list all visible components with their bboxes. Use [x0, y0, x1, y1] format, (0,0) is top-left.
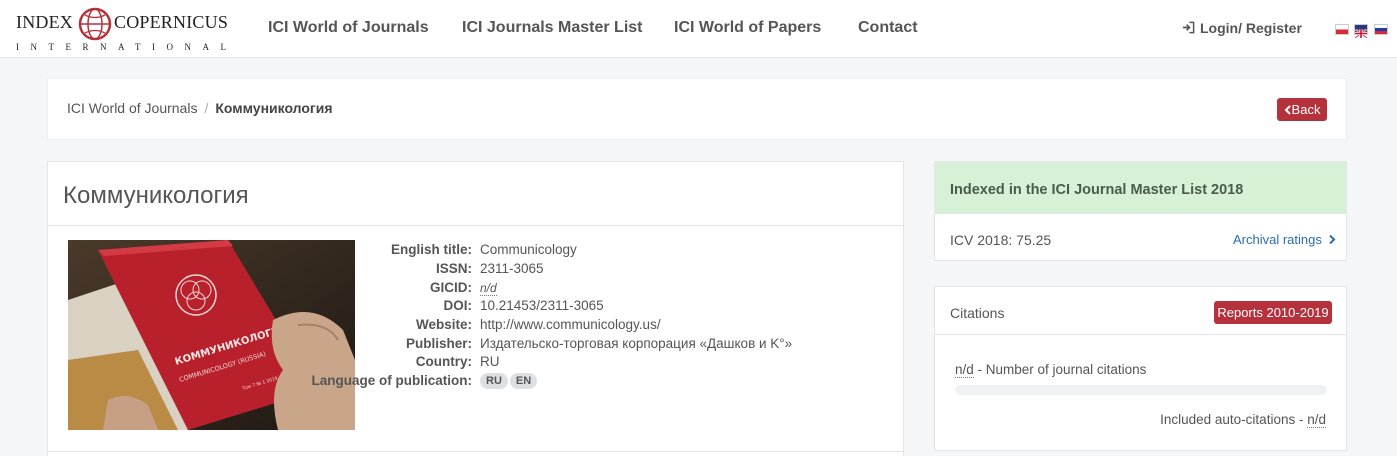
field-label: Publisher: [405, 336, 472, 351]
field-value: Издательско-торговая корпорация «Дашков … [480, 336, 793, 351]
breadcrumb-bar: ICI World of Journals / Коммуникология Bac… [47, 78, 1347, 140]
auto-citations-label: Included auto-citations - [1160, 412, 1308, 427]
chevron-right-icon [1328, 234, 1335, 245]
indexed-card: Indexed in the ICI Journal Master List 2… [934, 161, 1347, 261]
archival-ratings-link[interactable]: Archival ratings [1233, 232, 1336, 247]
field-label: Language of publication: [311, 373, 473, 388]
globe-logo-icon [78, 7, 112, 41]
back-button-label: Back [1291, 102, 1321, 117]
field-issn: ISSN: 2311-3065 [48, 261, 908, 279]
chevron-left-icon [1284, 105, 1291, 115]
breadcrumb-separator: / [204, 100, 209, 116]
field-label: ISSN: [435, 261, 472, 276]
logo-subtitle: INTERNATIONAL [16, 42, 238, 52]
divider [48, 451, 903, 452]
field-value: RU [480, 354, 500, 369]
breadcrumb: ICI World of Journals / Коммуникология [67, 100, 333, 116]
website-link[interactable]: http://www.communicology.us/ [480, 317, 661, 332]
field-value: 10.21453/2311-3065 [480, 298, 604, 313]
field-gicid: GICID: n/d [48, 280, 908, 298]
indexed-header: Indexed in the ICI Journal Master List 2… [935, 162, 1346, 214]
journal-details-card: Коммуникология КОММУНИКОЛОГИЯ COMMUNICOL… [47, 161, 904, 456]
field-website: Website: http://www.communicology.us/ [48, 317, 908, 335]
nav-world-of-journals[interactable]: ICI World of Journals [268, 19, 429, 37]
archival-ratings-label: Archival ratings [1233, 232, 1322, 247]
language-badge: RU [480, 373, 508, 389]
field-value: 2311-3065 [480, 261, 544, 276]
reports-button[interactable]: Reports 2010-2019 [1214, 301, 1332, 324]
field-doi: DOI: 10.21453/2311-3065 [48, 298, 908, 316]
field-label: English title: [391, 242, 472, 257]
logo-word-index: INDEX [16, 12, 73, 32]
nav-journals-master-list[interactable]: ICI Journals Master List [462, 19, 643, 37]
field-value: Communicology [480, 242, 577, 257]
top-navbar: INDEX COPERNICUS INTERNATIONAL ICI World… [0, 0, 1397, 58]
indexed-title: Indexed in the ICI Journal Master List 2… [950, 182, 1244, 198]
field-country: Country: RU [48, 354, 908, 372]
back-button[interactable]: Back [1277, 98, 1327, 121]
divider [935, 334, 1346, 335]
union-jack-icon [1354, 28, 1368, 39]
logo-word-copernicus: COPERNICUS [114, 12, 229, 32]
journal-citations-line: n/d - Number of journal citations [955, 362, 1147, 378]
sign-in-icon [1182, 21, 1195, 34]
language-badges: RU EN [480, 372, 539, 389]
citations-progress-bar [955, 385, 1327, 395]
citations-card: Citations Reports 2010-2019 n/d - Number… [934, 286, 1347, 451]
field-label: Website: [415, 317, 472, 332]
citations-count[interactable]: n/d [955, 362, 974, 378]
breadcrumb-root-link[interactable]: ICI World of Journals [67, 100, 197, 116]
breadcrumb-current: Коммуникология [215, 100, 333, 116]
login-register-link[interactable]: Login/ Register [1182, 20, 1302, 36]
auto-citations-value[interactable]: n/d [1307, 412, 1326, 428]
field-value-nd[interactable]: n/d [480, 281, 497, 296]
icv-value: ICV 2018: 75.25 [950, 232, 1052, 248]
page-title: Коммуникология [63, 182, 249, 209]
divider [48, 225, 903, 226]
login-register-label: Login/ Register [1200, 20, 1302, 36]
field-label: GICID: [430, 280, 472, 295]
citations-title: Citations [950, 305, 1005, 321]
nav-contact[interactable]: Contact [858, 19, 918, 37]
field-english-title: English title: Communicology [48, 242, 908, 260]
field-publisher: Publisher: Издательско-торговая корпорац… [48, 336, 908, 354]
auto-citations-line: Included auto-citations - n/d [1160, 412, 1326, 428]
field-label: DOI: [443, 298, 473, 313]
field-language: Language of publication: RU EN [48, 373, 908, 391]
language-badge: EN [509, 373, 538, 389]
flag-en-icon[interactable] [1354, 24, 1368, 39]
citations-count-label: - Number of journal citations [973, 362, 1147, 377]
field-label: Country: [415, 354, 472, 369]
flag-ru-icon[interactable] [1374, 24, 1388, 35]
flag-pl-icon[interactable] [1335, 24, 1349, 35]
nav-world-of-papers[interactable]: ICI World of Papers [674, 19, 821, 37]
index-copernicus-logo[interactable]: INDEX COPERNICUS INTERNATIONAL [16, 6, 229, 54]
